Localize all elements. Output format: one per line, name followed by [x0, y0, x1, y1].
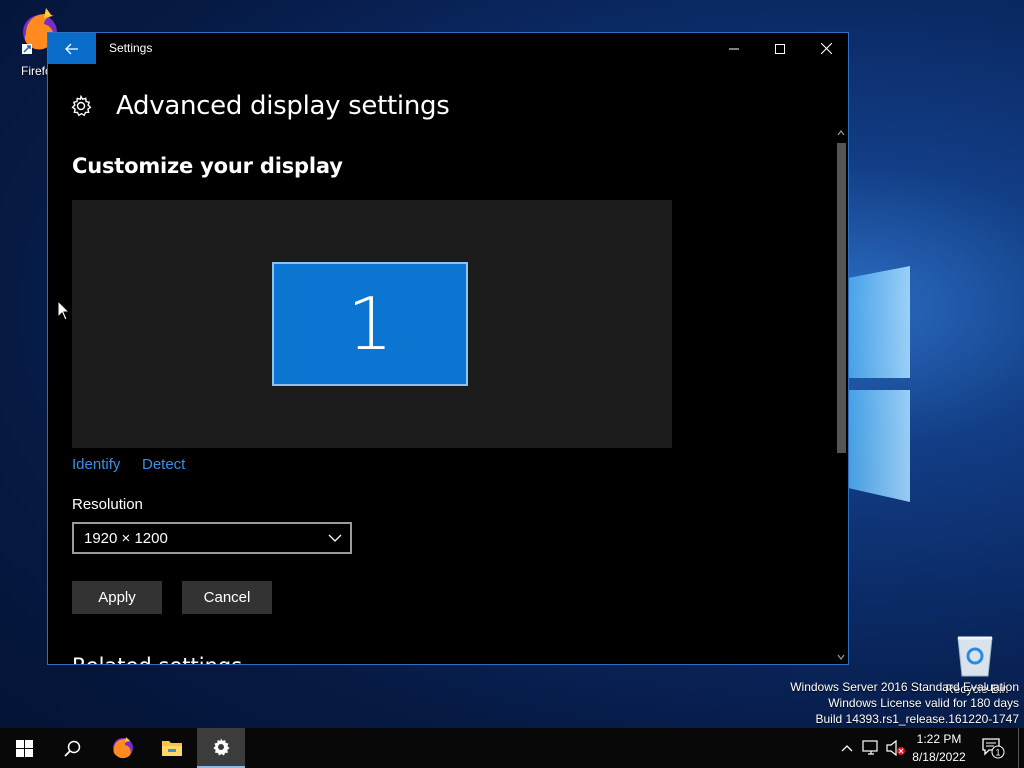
maximize-icon	[775, 43, 785, 54]
search-button[interactable]	[48, 728, 96, 768]
section-title: Customize your display	[72, 154, 343, 178]
watermark-line: Build 14393.rs1_release.161220-1747	[815, 712, 1020, 726]
windows-evaluation-watermark: Windows Server 2016 Standard Evaluation …	[790, 679, 1019, 727]
minimize-button[interactable]	[711, 33, 757, 64]
desktop-recycle-bin[interactable]: Recycle Bin	[940, 632, 1010, 696]
display-arrangement-area: 1	[72, 200, 672, 448]
chevron-up-icon	[841, 745, 853, 752]
windows-wallpaper-logo	[848, 266, 910, 502]
resolution-dropdown[interactable]: 1920 × 1200	[72, 522, 352, 554]
gear-icon	[213, 738, 230, 756]
network-tray-button[interactable]	[861, 728, 881, 768]
apply-button[interactable]: Apply	[72, 581, 162, 614]
cancel-button[interactable]: Cancel	[182, 581, 272, 614]
start-button[interactable]	[0, 728, 48, 768]
maximize-button[interactable]	[757, 33, 803, 64]
action-center-button[interactable]: 1	[978, 728, 1008, 768]
taskbar-clock[interactable]: 1:22 PM 8/18/2022	[905, 730, 973, 766]
minimize-icon	[729, 48, 739, 49]
monitor-tile[interactable]: 1	[272, 262, 468, 386]
back-arrow-icon	[65, 43, 78, 54]
window-title: Settings	[109, 41, 153, 55]
monitor-number: 1	[347, 282, 393, 366]
taskbar-firefox[interactable]	[98, 728, 148, 768]
detect-link[interactable]: Detect	[142, 456, 185, 473]
page-title: Advanced display settings	[116, 91, 450, 121]
window-titlebar[interactable]: Settings	[48, 33, 848, 64]
taskbar: 1:22 PM 8/18/2022 1	[0, 728, 1024, 768]
folder-icon	[162, 741, 182, 756]
scrollbar-thumb[interactable]	[837, 143, 846, 453]
firefox-icon	[113, 737, 133, 759]
notification-count: 1	[995, 748, 1000, 758]
notification-icon: 1	[982, 738, 1005, 759]
taskbar-settings[interactable]	[197, 728, 245, 768]
show-hidden-icons-button[interactable]	[838, 728, 856, 768]
chevron-down-icon	[328, 534, 342, 542]
settings-window: Settings Advanced display settings Custo…	[47, 32, 849, 665]
recycle-bin-icon	[957, 636, 993, 677]
resolution-label: Resolution	[72, 496, 143, 513]
vertical-scrollbar[interactable]	[835, 129, 847, 664]
watermark-line: Windows Server 2016 Standard Evaluation	[790, 680, 1019, 694]
scroll-up-arrow-icon[interactable]	[837, 129, 845, 137]
volume-tray-button[interactable]	[885, 728, 907, 768]
volume-muted-icon	[886, 740, 905, 756]
related-settings-heading: Related settings	[72, 655, 242, 664]
resolution-value: 1920 × 1200	[84, 530, 168, 547]
show-desktop-button[interactable]	[1018, 728, 1024, 768]
close-icon	[820, 43, 832, 54]
clock-date: 8/18/2022	[912, 750, 966, 764]
close-button[interactable]	[803, 33, 848, 64]
clock-time: 1:22 PM	[916, 732, 962, 746]
taskbar-file-explorer[interactable]	[148, 728, 196, 768]
network-icon	[862, 740, 878, 755]
search-icon	[63, 740, 80, 757]
windows-start-icon	[15, 739, 33, 757]
scroll-down-arrow-icon[interactable]	[837, 653, 845, 661]
mouse-cursor-icon	[57, 300, 71, 321]
back-button[interactable]	[48, 33, 96, 64]
identify-link[interactable]: Identify	[72, 456, 120, 473]
watermark-line: Windows License valid for 180 days	[828, 696, 1019, 710]
page-header: Advanced display settings	[70, 89, 450, 123]
gear-icon	[71, 95, 92, 117]
